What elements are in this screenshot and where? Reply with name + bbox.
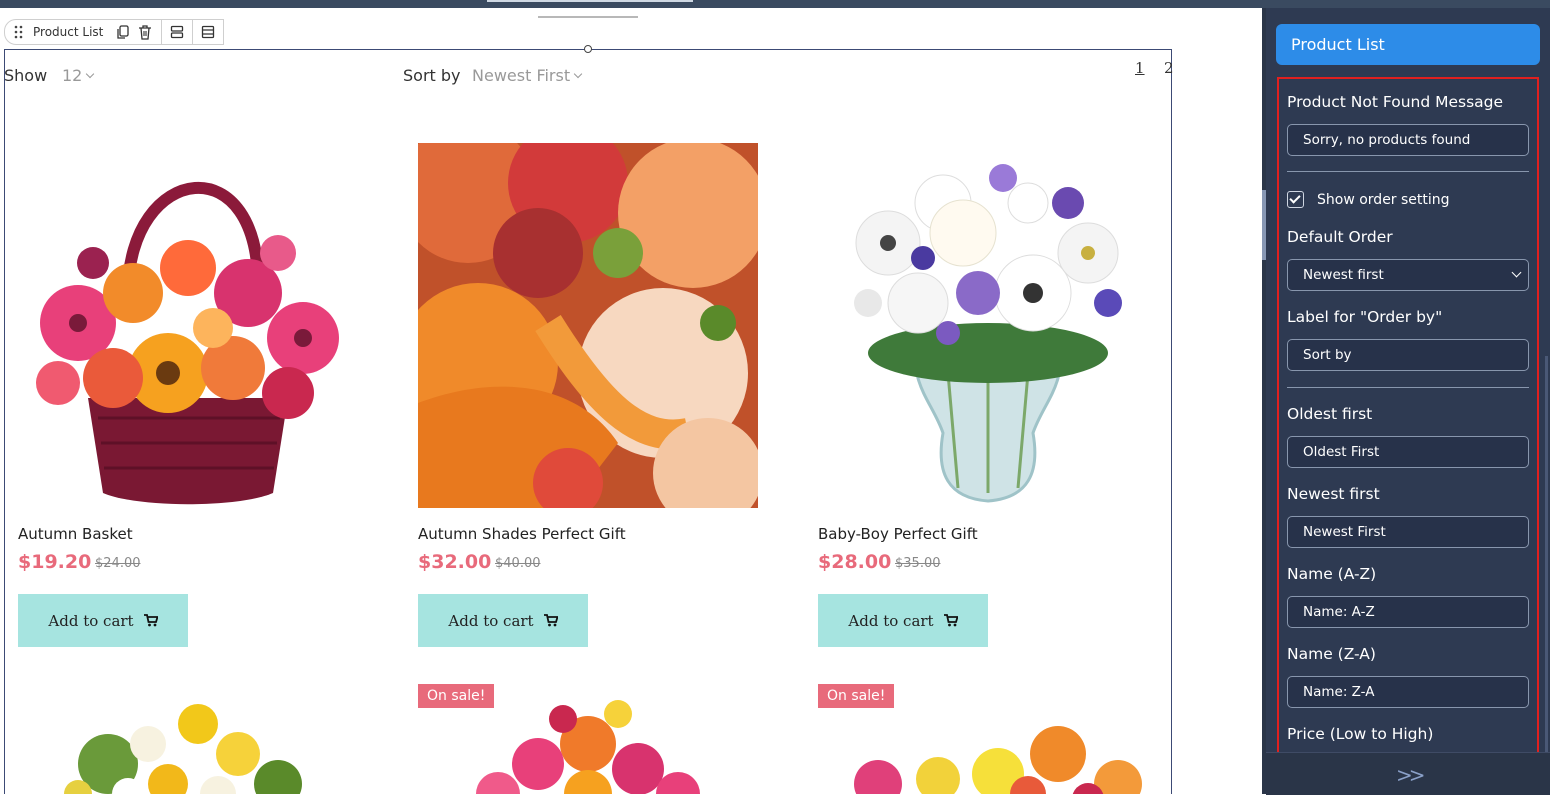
show-order-setting-row: Show order setting	[1287, 191, 1450, 208]
product-price: $32.00	[418, 551, 492, 573]
product-image[interactable]	[18, 684, 358, 794]
sort-label: Sort by	[403, 66, 461, 85]
breadcrumb: Product List	[4, 19, 225, 45]
show-order-checkbox[interactable]	[1287, 191, 1304, 208]
row-layout-icon	[171, 25, 184, 39]
newest-first-input[interactable]	[1287, 516, 1529, 548]
product-old-price: $40.00	[495, 556, 541, 571]
column-layout-icon	[202, 25, 215, 39]
resize-handle[interactable]	[584, 45, 592, 53]
divider	[1287, 171, 1529, 172]
product-card: On sale!	[418, 684, 758, 794]
orderby-label: Label for "Order by"	[1287, 308, 1443, 326]
settings-panel: Product List Product Not Found Message S…	[1266, 8, 1550, 795]
editor-canvas[interactable]: Product List Show 12 Sort by Newest Firs…	[0, 8, 1262, 794]
page-link-1[interactable]: 1	[1135, 59, 1145, 77]
newest-first-label: Newest first	[1287, 485, 1380, 503]
orderby-input[interactable]	[1287, 339, 1529, 371]
name-az-label: Name (A-Z)	[1287, 565, 1377, 583]
cart-icon	[543, 614, 558, 627]
product-image[interactable]	[418, 143, 758, 508]
not-found-message-input[interactable]	[1287, 124, 1529, 156]
name-za-input[interactable]	[1287, 676, 1529, 708]
drag-handle[interactable]	[538, 16, 638, 18]
add-to-cart-label: Add to cart	[848, 611, 934, 630]
show-order-label: Show order setting	[1317, 191, 1450, 208]
add-to-cart-button[interactable]: Add to cart	[418, 594, 588, 647]
show-count-value: 12	[62, 66, 83, 85]
default-order-label: Default Order	[1287, 228, 1393, 246]
add-to-cart-label: Add to cart	[48, 611, 134, 630]
product-price: $19.20	[18, 551, 92, 573]
panel-scrollbar[interactable]	[1545, 356, 1548, 756]
product-image[interactable]	[18, 143, 358, 508]
sale-badge: On sale!	[818, 684, 895, 708]
product-name[interactable]: Baby-Boy Perfect Gift	[818, 525, 978, 543]
page-link-2[interactable]: 2	[1164, 59, 1174, 77]
chevron-down-icon	[573, 69, 583, 79]
product-name[interactable]: Autumn Shades Perfect Gift	[418, 525, 626, 543]
breadcrumb-step-row[interactable]	[162, 19, 194, 45]
show-count-select[interactable]: 12	[62, 66, 95, 85]
breadcrumb-step-column[interactable]	[193, 19, 225, 45]
cart-icon	[143, 614, 158, 627]
oldest-first-input[interactable]	[1287, 436, 1529, 468]
name-za-label: Name (Z-A)	[1287, 645, 1376, 663]
sale-badge: On sale!	[418, 684, 495, 708]
price-low-high-label: Price (Low to High)	[1287, 725, 1434, 743]
add-to-cart-label: Add to cart	[448, 611, 534, 630]
product-name[interactable]: Autumn Basket	[18, 525, 133, 543]
breadcrumb-label: Product List	[33, 25, 104, 39]
expand-icon[interactable]: >>	[1396, 763, 1425, 787]
divider	[1287, 387, 1529, 388]
panel-footer: >>	[1266, 752, 1550, 795]
breadcrumb-product-list[interactable]: Product List	[4, 19, 163, 45]
product-card	[18, 684, 358, 794]
product-card: On sale!	[818, 684, 1158, 794]
product-old-price: $24.00	[95, 556, 141, 571]
default-order-value: Newest first	[1303, 267, 1384, 283]
top-bar	[0, 0, 1550, 8]
sort-select[interactable]: Newest First	[472, 66, 583, 85]
add-to-cart-button[interactable]: Add to cart	[818, 594, 988, 647]
default-order-select[interactable]: Newest first	[1287, 259, 1529, 291]
chevron-down-icon	[1511, 267, 1522, 278]
product-image[interactable]	[818, 143, 1158, 508]
drag-grip-icon[interactable]	[11, 24, 27, 40]
product-old-price: $35.00	[895, 556, 941, 571]
show-label: Show	[4, 66, 48, 85]
chevron-down-icon	[86, 69, 95, 79]
sort-value: Newest First	[472, 66, 571, 85]
oldest-first-label: Oldest first	[1287, 405, 1373, 423]
panel-title-button[interactable]: Product List	[1276, 24, 1540, 65]
product-price: $28.00	[818, 551, 892, 573]
add-to-cart-button[interactable]: Add to cart	[18, 594, 188, 647]
cart-icon	[943, 614, 958, 627]
trash-icon[interactable]	[137, 24, 153, 40]
name-az-input[interactable]	[1287, 596, 1529, 628]
duplicate-icon[interactable]	[115, 24, 131, 40]
not-found-label: Product Not Found Message	[1287, 93, 1504, 111]
active-tab-indicator	[487, 0, 693, 2]
